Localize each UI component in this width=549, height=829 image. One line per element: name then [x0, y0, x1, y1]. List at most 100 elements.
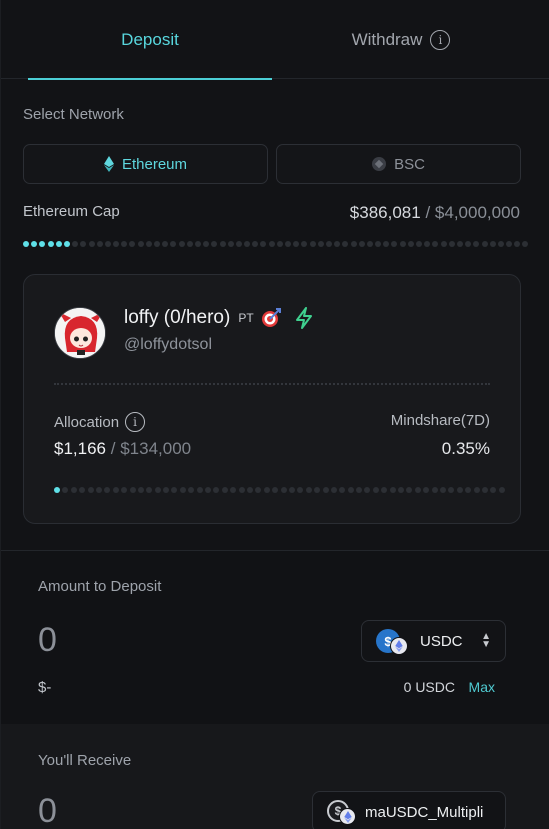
- cap-progress-dot: [309, 241, 316, 247]
- receive-token-select[interactable]: $ maUSDC_Multipli: [312, 791, 506, 829]
- bsc-icon: [372, 157, 387, 171]
- allocation-progress-dot: [456, 487, 463, 493]
- allocation-progress-dot: [481, 487, 488, 493]
- cap-progress-dot: [268, 241, 275, 247]
- allocation-progress-dot: [498, 487, 505, 493]
- cap-progress-dot: [440, 241, 447, 247]
- cap-progress-dot: [293, 241, 300, 247]
- allocation-progress-dot: [137, 487, 144, 493]
- receive-label: You'll Receive: [38, 752, 132, 769]
- cap-progress-dot: [39, 241, 46, 247]
- tab-deposit[interactable]: Deposit: [28, 0, 272, 80]
- allocation-progress-dot: [79, 487, 86, 493]
- cap-progress-dot: [383, 241, 390, 247]
- deposit-usd-value: $-: [38, 679, 52, 696]
- allocation-progress-dot: [230, 487, 237, 493]
- allocation-progress-dot: [179, 487, 186, 493]
- cap-progress-dot: [276, 241, 283, 247]
- cap-progress-dot: [219, 241, 226, 247]
- cap-progress-dot: [514, 241, 521, 247]
- target-icon: [261, 308, 281, 327]
- tab-deposit-label: Deposit: [121, 29, 179, 49]
- allocation-progress-dot: [414, 487, 421, 493]
- profile-badge: PT: [238, 311, 254, 325]
- cap-progress-dot: [96, 241, 103, 247]
- cap-progress-dot: [88, 241, 95, 247]
- cap-progress-dot: [285, 241, 291, 247]
- allocation-progress-dot: [272, 487, 279, 493]
- deposit-amount-input[interactable]: 0: [38, 621, 57, 660]
- card-divider: [54, 383, 490, 385]
- usdc-icon: $: [376, 629, 410, 655]
- avatar: [54, 307, 106, 359]
- allocation-progress-dot: [221, 487, 228, 493]
- tab-withdraw-label: Withdraw: [351, 29, 423, 49]
- cap-progress-dot: [55, 241, 62, 247]
- cap-progress-dot: [407, 241, 414, 247]
- cap-max: $4,000,000: [434, 203, 520, 222]
- max-button[interactable]: Max: [469, 679, 495, 695]
- allocation-progress-dot: [305, 487, 312, 493]
- cap-progress-dot: [448, 241, 455, 247]
- cap-progress-dot: [473, 241, 480, 247]
- allocation-progress-dot: [322, 487, 329, 493]
- allocation-progress-dot: [398, 487, 405, 493]
- allocation-label: Allocation: [54, 413, 120, 431]
- allocation-progress-dot: [330, 487, 337, 493]
- allocation-separator: /: [110, 439, 116, 458]
- cap-progress-dot: [260, 241, 267, 247]
- cap-progress-dot: [416, 241, 422, 247]
- cap-progress-dot: [350, 241, 357, 247]
- cap-progress-dot: [358, 241, 365, 247]
- cap-progress-dot: [244, 241, 251, 247]
- cap-progress-dot: [194, 241, 201, 247]
- cap-progress-dot: [170, 241, 177, 247]
- allocation-progress-dot: [129, 487, 136, 493]
- cap-progress-dot: [481, 241, 488, 247]
- mindshare-value: 0.35%: [441, 439, 490, 458]
- allocation-progress-dot: [431, 487, 438, 493]
- allocation-progress-dot: [121, 487, 128, 493]
- tab-withdraw[interactable]: Withdraw i: [301, 0, 501, 79]
- info-icon[interactable]: i: [125, 412, 146, 432]
- deposit-label: Amount to Deposit: [38, 578, 162, 595]
- allocation-progress-dot: [62, 487, 69, 493]
- info-icon[interactable]: i: [430, 29, 451, 50]
- cap-progress-dot: [211, 241, 218, 247]
- cap-progress-dot: [391, 241, 398, 247]
- allocation-progress-dot: [423, 487, 430, 493]
- cap-progress-dot: [162, 241, 169, 247]
- cap-progress-dot: [227, 241, 234, 247]
- cap-progress-dot: [129, 241, 136, 247]
- network-option-ethereum[interactable]: Ethereum: [23, 144, 268, 184]
- deposit-token-label: USDC: [420, 632, 463, 650]
- network-option-bsc[interactable]: BSC: [276, 144, 521, 184]
- allocation-progress-dot: [356, 487, 363, 493]
- allocation-progress-dot: [288, 487, 295, 493]
- allocation-progress-dot: [196, 487, 203, 493]
- allocation-progress-dot: [188, 487, 195, 493]
- cap-progress-dot: [432, 241, 439, 247]
- cap-progress-dot: [317, 241, 324, 247]
- deposit-token-select[interactable]: $ USDC ▲ ▼: [361, 620, 506, 662]
- allocation-progress-bar: [54, 487, 505, 493]
- allocation-progress-dot: [439, 487, 446, 493]
- cap-separator: /: [425, 203, 431, 222]
- select-network-label: Select Network: [23, 106, 124, 123]
- allocation-progress-dot: [473, 487, 480, 493]
- cap-progress-dot: [178, 241, 185, 247]
- allocation-progress-dot: [314, 487, 321, 493]
- cap-values: $386,081 / $4,000,000: [350, 203, 520, 223]
- allocation-progress-dot: [246, 487, 253, 493]
- allocation-progress-dot: [238, 487, 245, 493]
- cap-progress-dot: [80, 241, 87, 247]
- allocation-progress-dot: [347, 487, 354, 493]
- profile-name: loffy (0/hero): [124, 307, 231, 328]
- profile-handle: @loffydotsol: [124, 336, 212, 353]
- cap-progress-dot: [121, 241, 128, 247]
- allocation-progress-dot: [213, 487, 220, 493]
- cap-progress-dot: [342, 241, 349, 247]
- receive-amount: 0: [38, 792, 57, 829]
- allocation-progress-dot: [154, 487, 161, 493]
- allocation-progress-dot: [297, 487, 304, 493]
